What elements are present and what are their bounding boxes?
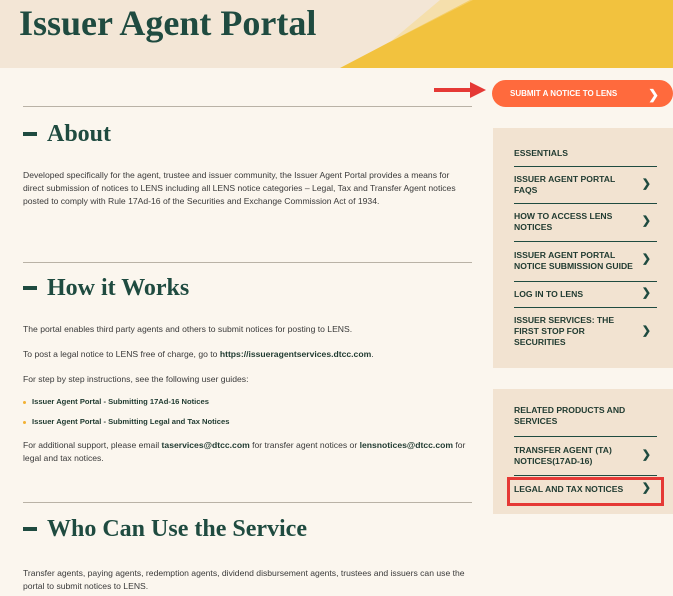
related-heading: RELATED PRODUCTS AND SERVICES (514, 405, 626, 426)
support-text: For additional support, please email tas… (23, 440, 466, 463)
divider (23, 502, 472, 503)
section-title-who-can-use: Who Can Use the Service (23, 515, 307, 543)
highlight-box (507, 477, 664, 506)
section-title-about: About (23, 120, 111, 148)
hero-banner: Issuer Agent Portal (0, 0, 673, 68)
how-text-1: The portal enables third party agents an… (23, 324, 353, 334)
page-title: Issuer Agent Portal (19, 3, 317, 43)
guide-link-17ad16[interactable]: Issuer Agent Portal - Submitting 17Ad-16… (23, 396, 209, 407)
essentials-item-access-lens[interactable]: HOW TO ACCESS LENS NOTICES ❯ (514, 203, 657, 240)
divider (23, 262, 472, 263)
email-link-taservices[interactable]: taservices@dtcc.com (162, 440, 250, 450)
essentials-item-login[interactable]: LOG IN TO LENS ❯ (514, 281, 657, 306)
essentials-item-faqs[interactable]: ISSUER AGENT PORTAL FAQS ❯ (514, 166, 657, 202)
who-text: Transfer agents, paying agents, redempti… (23, 568, 465, 591)
guide-link-legal-tax[interactable]: Issuer Agent Portal - Submitting Legal a… (23, 416, 229, 427)
chevron-right-icon: ❯ (641, 449, 651, 461)
email-link-lensnotices[interactable]: lensnotices@dtcc.com (360, 440, 453, 450)
essentials-item-issuer-services[interactable]: ISSUER SERVICES: THE FIRST STOP FOR SECU… (514, 307, 657, 355)
chevron-right-icon: ❯ (641, 325, 651, 337)
how-text-3: For step by step instructions, see the f… (23, 374, 249, 384)
essentials-item-submission-guide[interactable]: ISSUER AGENT PORTAL NOTICE SUBMISSION GU… (514, 241, 657, 281)
essentials-panel: ESSENTIALS ISSUER AGENT PORTAL FAQS ❯ HO… (493, 128, 673, 368)
red-arrow-icon (434, 82, 486, 98)
chevron-right-icon: ❯ (641, 287, 651, 299)
chevron-right-icon: ❯ (641, 178, 651, 190)
portal-link[interactable]: https://issueragentservices.dtcc.com (220, 349, 371, 359)
chevron-right-icon: ❯ (641, 253, 651, 265)
related-item-ta-notices[interactable]: TRANSFER AGENT (TA) NOTICES(17AD-16) ❯ (514, 436, 657, 474)
submit-notice-button[interactable]: SUBMIT A NOTICE TO LENS ❯ (492, 80, 673, 107)
section-title-how-it-works: How it Works (23, 274, 189, 302)
divider (23, 106, 472, 107)
chevron-right-icon: ❯ (648, 87, 659, 102)
submit-notice-label: SUBMIT A NOTICE TO LENS (510, 89, 618, 98)
about-text: Developed specifically for the agent, tr… (23, 170, 456, 206)
chevron-right-icon: ❯ (641, 215, 651, 227)
how-text-2: To post a legal notice to LENS free of c… (23, 349, 374, 359)
essentials-heading: ESSENTIALS (514, 148, 568, 158)
